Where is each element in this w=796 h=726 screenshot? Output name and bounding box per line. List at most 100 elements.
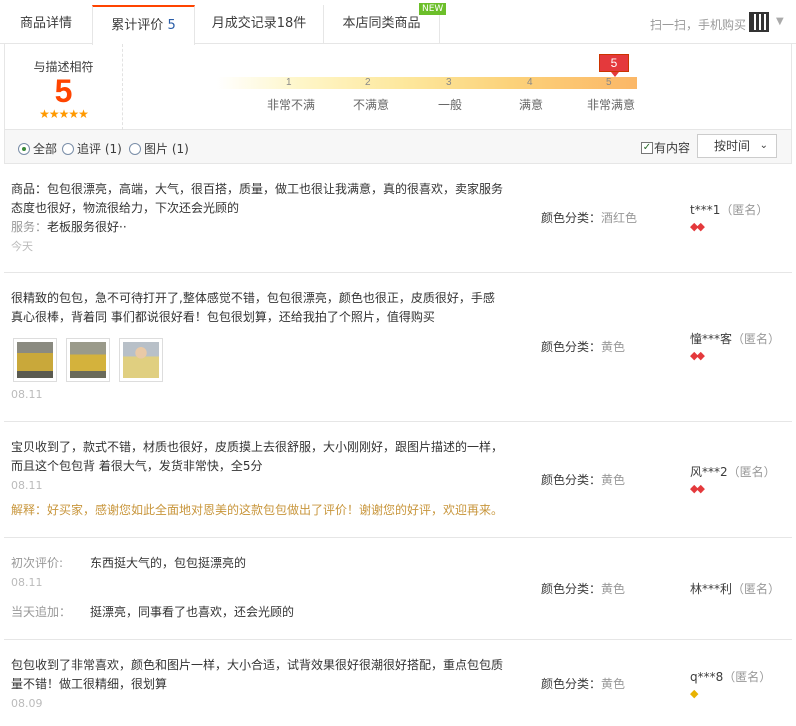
review-photo-thumbnail[interactable] [66,338,110,382]
checkbox-label: 有内容 [654,141,691,155]
review-text: 挺漂亮，同事看了也喜欢，还会光顾的 [90,605,295,619]
review-text: 量不错！做工很精细，很划算 [11,677,168,691]
tab-bar: 商品详情 累计评价 5 月成交记录18件 本店同类商品 NEW 扫一扫，手机购买… [0,0,796,45]
tab-monthly-sales[interactable]: 月成交记录18件 [195,5,324,44]
reviewer-name[interactable]: 林***利（匿名） [690,580,780,597]
service-label: 服务： [11,220,48,234]
scale-label: 非常不满 [267,98,316,112]
user-name: t***1 [690,203,721,217]
sku-label: 颜色分类： [541,211,602,225]
review-text: 包包收到了非常喜欢，颜色和图片一样，大小合适，试背效果很好很潮很好搭配，重点包包… [11,658,504,672]
sku-value: 黄色 [601,582,626,596]
rating-score: 5 [54,73,73,109]
tab-product-details[interactable]: 商品详情 [0,5,93,44]
has-content-checkbox[interactable]: ✓ 有内容 [641,139,690,156]
review-date: 今天 [11,240,33,253]
user-name: q***8 [690,670,724,684]
radio-label: 追评 (1) [77,142,122,156]
reviewer-name[interactable]: t***1（匿名） [690,201,768,218]
sku-label: 颜色分类： [541,677,602,691]
reviewer-name[interactable]: q***8（匿名） [690,668,771,685]
review-row: 宝贝收到了，款式不错，材质也很好，皮质摸上去很舒服，大小刚刚好，跟图片描述的一样… [4,422,792,538]
chevron-down-icon[interactable]: ▼ [776,16,784,27]
filter-followup-radio[interactable]: 追评 (1) [62,140,122,157]
sku-label: 颜色分类： [541,582,602,596]
sku-info: 颜色分类：酒红色 [541,209,637,226]
user-name: 憧***客 [690,332,733,346]
review-content: 很精致的包包，急不可待打开了,整体感觉不错，包包很漂亮，颜色也很正，皮质很好，手… [11,289,511,327]
reviewer-name[interactable]: 风***2（匿名） [690,463,776,480]
review-content: 包包收到了非常喜欢，颜色和图片一样，大小合适，试背效果很好很潮很好搭配，重点包包… [11,656,511,713]
sku-info: 颜色分类：黄色 [541,471,625,488]
review-content: 商品：包包很漂亮，高端，大气，很百搭，质量，做工也很让我满意，真的很喜欢，卖家服… [11,180,511,256]
review-text: 商品：包包很漂亮，高端，大气，很百搭，质量，做工也很让我满意，真的很喜欢，卖家服… [11,182,504,196]
sku-label: 颜色分类： [541,340,602,354]
filter-all-radio[interactable]: 全部 [18,140,57,157]
review-content: 宝贝收到了，款式不错，材质也很好，皮质摸上去很舒服，大小刚刚好，跟图片描述的一样… [11,438,521,520]
review-photo-thumbnail[interactable] [13,338,57,382]
bag-photo [70,342,106,378]
radio-checked-icon[interactable] [18,142,30,155]
scale-tick: 1 [286,77,292,88]
anonymous-tag: （匿名） [727,465,776,479]
sku-value: 酒红色 [601,211,638,225]
scale-label: 满意 [519,98,544,112]
tab-reviews[interactable]: 累计评价 5 [92,5,195,45]
sort-dropdown[interactable]: 按时间 ⌄ [697,134,777,158]
review-date: 08.11 [11,388,43,401]
radio-icon[interactable] [62,142,74,155]
review-text: 东西挺大气的，包包挺漂亮的 [90,556,247,570]
review-row: 初次评价: 东西挺大气的，包包挺漂亮的 08.11 当天追加： 挺漂亮，同事看了也喜… [4,538,792,640]
review-date: 08.11 [11,479,43,492]
anonymous-tag: （匿名） [732,582,781,596]
scale-tick: 3 [446,77,452,88]
chevron-down-icon: ⌄ [759,140,768,151]
sku-value: 黄色 [601,340,626,354]
service-text: 老板服务很好·· [47,220,127,234]
user-name: 林***利 [690,582,733,596]
bag-photo [17,342,53,378]
radio-icon[interactable] [129,142,141,155]
scale-tick: 4 [527,77,533,88]
anonymous-tag: （匿名） [732,332,781,346]
sku-label: 颜色分类： [541,473,602,487]
radio-label: 图片 (1) [144,142,189,156]
scale-tick: 5 [606,77,612,88]
star-rating-icon: ★★★★★ [39,107,89,121]
tab-label: 本店同类商品 [342,16,421,31]
first-review-label: 初次评价: [11,556,64,570]
reviewer-name[interactable]: 憧***客（匿名） [690,330,780,347]
checkbox-checked-icon[interactable]: ✓ [641,141,653,154]
user-name: 风***2 [690,465,728,479]
scale-label: 一般 [438,98,463,112]
review-filter-bar: 全部 追评 (1) 图片 (1) ✓ 有内容 按时间 ⌄ [4,130,792,164]
review-text: 宝贝收到了，款式不错，材质也很好，皮质摸上去很舒服，大小刚刚好，跟图片描述的一样… [11,440,504,454]
scan-to-buy-text[interactable]: 扫一扫，手机购买 [650,16,746,33]
review-row: 包包收到了非常喜欢，颜色和图片一样，大小合适，试背效果很好很潮很好搭配，重点包包… [4,640,792,726]
anonymous-tag: （匿名） [723,670,772,684]
anonymous-tag: （匿名） [720,203,769,217]
filter-pictures-radio[interactable]: 图片 (1) [129,140,189,157]
sku-info: 颜色分类：黄色 [541,675,625,692]
rating-scale-bar [217,77,637,89]
sku-info: 颜色分类：黄色 [541,338,625,355]
sort-label: 按时间 [714,139,751,153]
review-photo-thumbnail[interactable] [119,338,163,382]
review-text: 而且这个包包背 着很大气，发货非常快，全5分 [11,459,263,473]
scale-label: 非常满意 [587,98,636,112]
rating-summary: 与描述相符 5 ★★★★★ 5 1 2 3 4 5 非常不满 不满意 一般 满意… [4,44,792,130]
seller-reply: 解释：好买家，感谢您如此全面地对恩美的这款包包做出了评价！谢谢您的好评，欢迎再来… [11,503,504,517]
review-content: 初次评价: 东西挺大气的，包包挺漂亮的 08.11 当天追加： 挺漂亮，同事看了也喜… [11,554,511,622]
review-text: 态度也很好，物流很给力，下次还会光顾的 [11,201,240,215]
review-row: 很精致的包包，急不可待打开了,整体感觉不错，包包很漂亮，颜色也很正，皮质很好，手… [4,273,792,422]
sku-value: 黄色 [601,473,626,487]
tab-label: 月成交记录18件 [211,16,307,31]
review-row: 商品：包包很漂亮，高端，大气，很百搭，质量，做工也很让我满意，真的很喜欢，卖家服… [4,164,792,273]
rating-flag: 5 [599,54,629,77]
tab-label: 商品详情 [19,16,72,31]
buyer-level-icon: ◆ [690,687,699,700]
person-photo [123,342,159,378]
buyer-level-icon: ◆◆ [690,349,705,362]
rating-score-panel: 与描述相符 5 ★★★★★ [5,44,123,130]
qr-code-icon[interactable] [749,12,769,32]
